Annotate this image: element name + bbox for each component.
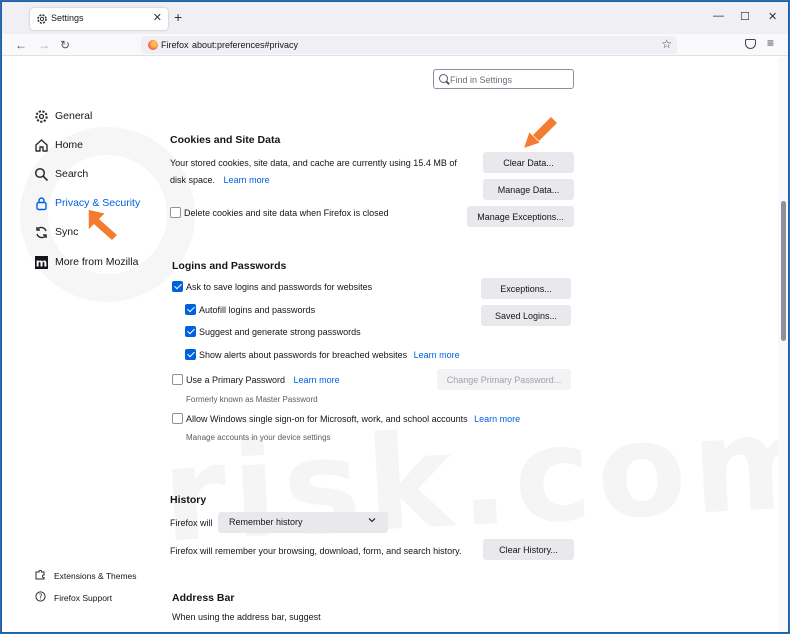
bookmark-star-icon[interactable]: ☆ xyxy=(661,37,672,51)
sidebar-item-label: Home xyxy=(55,139,84,151)
cookies-heading: Cookies and Site Data xyxy=(170,134,281,146)
sidebar-item-home[interactable]: Home xyxy=(33,135,83,155)
minimize-button[interactable]: — xyxy=(713,10,724,22)
history-description: Firefox will remember your browsing, dow… xyxy=(170,546,462,556)
search-icon xyxy=(33,166,49,182)
sidebar-item-extensions-themes[interactable]: Extensions & Themes xyxy=(33,568,137,584)
ask-save-logins-checkbox[interactable] xyxy=(172,281,183,292)
vertical-scrollbar[interactable] xyxy=(778,57,788,632)
help-icon: ? xyxy=(33,591,47,605)
firefox-will-label: Firefox will xyxy=(170,518,213,528)
manage-exceptions-button[interactable]: Manage Exceptions... xyxy=(467,206,574,227)
windows-sso-learn-more-link[interactable]: Learn more xyxy=(474,414,520,424)
navigation-bar: ← → ↻ Firefox about:preferences#privacy … xyxy=(2,34,788,56)
sidebar-item-label: Firefox Support xyxy=(54,593,113,603)
tab-title: Settings xyxy=(51,13,84,23)
sidebar-item-label: General xyxy=(55,110,93,122)
history-mode-value: Remember history xyxy=(229,517,303,527)
back-button[interactable]: ← xyxy=(15,38,27,52)
manage-data-button[interactable]: Manage Data... xyxy=(483,179,574,200)
cookies-usage-text: disk space. xyxy=(170,175,216,185)
change-primary-password-button[interactable]: Change Primary Password... xyxy=(437,369,571,390)
sidebar-item-label: Search xyxy=(55,168,89,180)
primary-password-row: Use a Primary Password Learn more xyxy=(186,372,340,388)
mozilla-icon: m xyxy=(33,254,49,270)
pocket-icon[interactable] xyxy=(745,39,756,49)
close-window-button[interactable]: ✕ xyxy=(768,10,777,23)
cookies-learn-more-link[interactable]: Learn more xyxy=(224,175,270,185)
search-icon xyxy=(439,74,448,83)
ask-save-logins-label: Ask to save logins and passwords for web… xyxy=(186,282,373,292)
reload-button[interactable]: ↻ xyxy=(60,38,70,52)
home-icon xyxy=(33,137,49,153)
find-in-settings[interactable] xyxy=(433,69,574,89)
new-tab-button[interactable]: + xyxy=(174,9,182,25)
delete-cookies-on-close-label: Delete cookies and site data when Firefo… xyxy=(184,208,389,218)
svg-text:?: ? xyxy=(38,592,42,601)
breach-alerts-checkbox[interactable] xyxy=(185,349,196,360)
tab-strip: Settings ✕ + — ☐ ✕ xyxy=(2,2,788,34)
clear-history-button[interactable]: Clear History... xyxy=(483,539,574,560)
primary-password-checkbox[interactable] xyxy=(172,374,183,385)
maximize-button[interactable]: ☐ xyxy=(740,10,750,23)
autofill-logins-checkbox[interactable] xyxy=(185,304,196,315)
sidebar-item-firefox-support[interactable]: ? Firefox Support xyxy=(33,590,112,606)
windows-sso-checkbox[interactable] xyxy=(172,413,183,424)
forward-button[interactable]: → xyxy=(38,38,50,52)
sidebar-item-more-from-mozilla[interactable]: m More from Mozilla xyxy=(33,252,138,272)
sidebar-item-search[interactable]: Search xyxy=(33,164,88,184)
cookies-usage-line2: disk space. Learn more xyxy=(170,172,270,188)
formerly-master-password-note: Formerly known as Master Password xyxy=(186,395,318,404)
sync-icon xyxy=(33,224,49,240)
sidebar-item-sync[interactable]: Sync xyxy=(33,222,78,242)
breach-alerts-learn-more-link[interactable]: Learn more xyxy=(414,350,460,360)
tab-settings[interactable]: Settings ✕ xyxy=(30,8,168,30)
saved-logins-button[interactable]: Saved Logins... xyxy=(481,305,571,326)
tab-close-icon[interactable]: ✕ xyxy=(153,11,162,24)
sidebar-item-label: Sync xyxy=(55,226,79,238)
gear-icon xyxy=(33,108,49,124)
autofill-logins-label: Autofill logins and passwords xyxy=(199,305,316,315)
svg-text:m: m xyxy=(35,256,46,269)
sidebar-item-label: Extensions & Themes xyxy=(54,571,137,581)
history-heading: History xyxy=(170,494,207,506)
lock-icon xyxy=(33,195,49,211)
firefox-logo-icon xyxy=(148,40,158,50)
breach-alerts-row: Show alerts about passwords for breached… xyxy=(199,347,460,363)
logins-heading: Logins and Passwords xyxy=(172,260,287,272)
annotation-arrow-clear-data xyxy=(522,117,557,150)
chevron-down-icon xyxy=(368,516,376,526)
cookies-usage-line1: Your stored cookies, site data, and cach… xyxy=(170,158,457,168)
suggest-passwords-checkbox[interactable] xyxy=(185,326,196,337)
logins-exceptions-button[interactable]: Exceptions... xyxy=(481,278,571,299)
gear-icon xyxy=(37,14,47,24)
identity-chip[interactable]: Firefox xyxy=(145,38,193,52)
annotation-arrow-privacy xyxy=(87,208,119,242)
address-bar-heading: Address Bar xyxy=(172,592,235,604)
manage-accounts-note: Manage accounts in your device settings xyxy=(186,433,331,442)
browser-window: Settings ✕ + — ☐ ✕ ← → ↻ Firefox about:p… xyxy=(1,1,789,633)
address-bar-description: When using the address bar, suggest xyxy=(172,612,321,622)
sidebar-item-general[interactable]: General xyxy=(33,106,92,126)
primary-password-learn-more-link[interactable]: Learn more xyxy=(294,375,340,385)
puzzle-icon xyxy=(33,569,47,583)
url-text[interactable]: about:preferences#privacy xyxy=(192,40,298,50)
url-bar[interactable]: Firefox about:preferences#privacy ☆ xyxy=(141,36,677,54)
scrollbar-thumb[interactable] xyxy=(781,201,786,341)
windows-sso-row: Allow Windows single sign-on for Microso… xyxy=(186,411,520,427)
app-menu-button[interactable]: ≡ xyxy=(767,36,774,50)
sidebar-item-label: More from Mozilla xyxy=(55,256,139,268)
history-mode-select[interactable]: Remember history xyxy=(218,512,388,533)
identity-chip-label: Firefox xyxy=(161,40,189,50)
delete-cookies-on-close-checkbox[interactable] xyxy=(170,207,181,218)
windows-sso-label: Allow Windows single sign-on for Microso… xyxy=(186,414,468,424)
breach-alerts-label: Show alerts about passwords for breached… xyxy=(199,350,408,360)
settings-page: risk.com General Home Search xyxy=(2,57,778,632)
primary-password-label: Use a Primary Password xyxy=(186,375,286,385)
find-in-settings-input[interactable] xyxy=(450,73,570,86)
suggest-passwords-label: Suggest and generate strong passwords xyxy=(199,327,361,337)
